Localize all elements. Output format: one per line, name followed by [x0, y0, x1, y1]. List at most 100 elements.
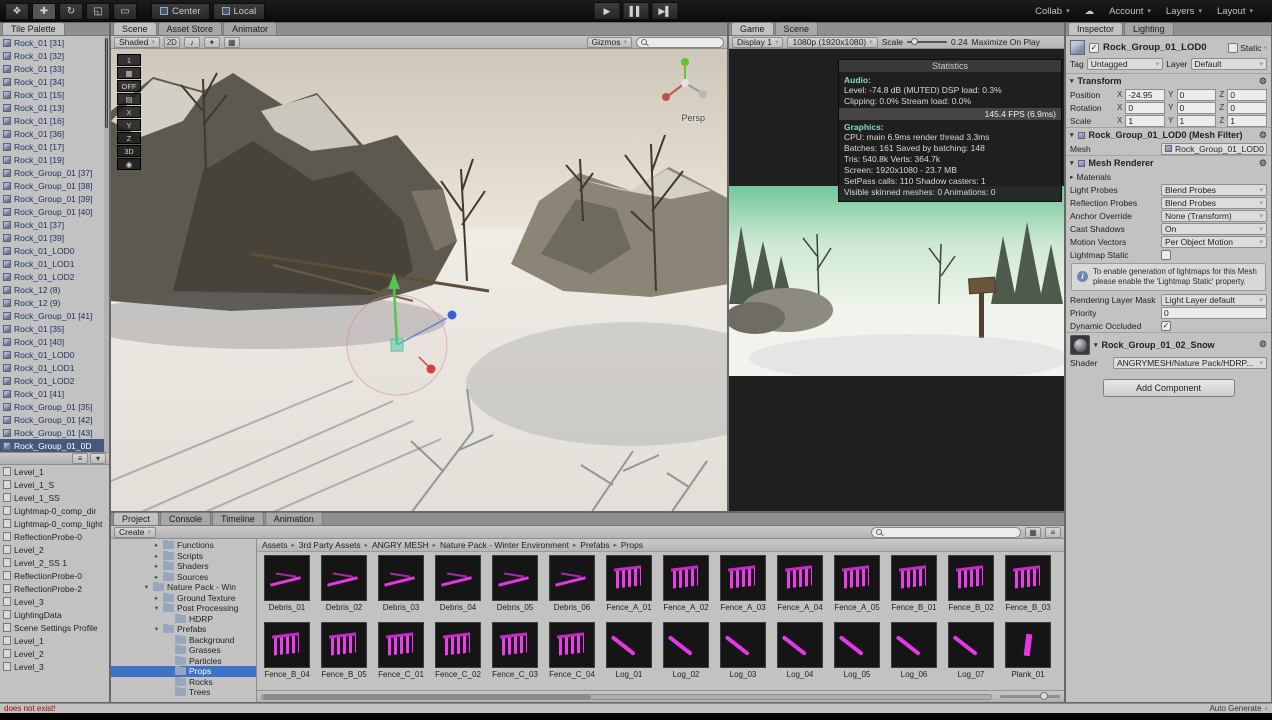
- hierarchy-item[interactable]: Rock_Group_01 [37] ›: [0, 166, 109, 179]
- asset-item[interactable]: Log_06: [886, 622, 942, 688]
- maximize-on-play-toggle[interactable]: Maximize On Play: [972, 37, 1041, 47]
- material-section-header[interactable]: ▾ Rock_Group_01_02_Snow ⚙: [1066, 332, 1271, 356]
- display-dropdown[interactable]: Display 1 ▾: [732, 36, 784, 48]
- rotate-tool-button[interactable]: ↻: [59, 2, 83, 20]
- status-error-message[interactable]: does not exist!: [4, 704, 56, 713]
- tab-animator[interactable]: Animator: [223, 22, 278, 35]
- tag-dropdown[interactable]: Untagged ▾: [1086, 58, 1164, 70]
- folder-tree-item[interactable]: ▾ Post Processing: [111, 603, 256, 614]
- property-dropdown[interactable]: On ▾: [1161, 222, 1267, 235]
- hierarchy-item[interactable]: Rock_01_LOD2 ›: [0, 374, 109, 387]
- overlay-button[interactable]: ▤: [117, 93, 141, 105]
- scene-object-item[interactable]: LightingData: [0, 608, 109, 621]
- folder-tree-item[interactable]: ▾ Nature Pack - Win: [111, 582, 256, 593]
- transform-section-header[interactable]: ▾ Transform ⚙: [1066, 73, 1271, 88]
- hierarchy-item[interactable]: Rock_01_LOD0 ›: [0, 244, 109, 257]
- asset-item[interactable]: Debris_04: [430, 555, 486, 621]
- expand-arrow-icon[interactable]: ▸: [153, 594, 160, 602]
- tab-game[interactable]: Game: [731, 22, 774, 35]
- breadcrumb-item[interactable]: 3rd Party Assets: [299, 540, 372, 550]
- asset-item[interactable]: Fence_C_04: [544, 622, 600, 688]
- scale-slider-knob[interactable]: [911, 38, 918, 45]
- auto-generate-lighting-toggle[interactable]: Auto Generate ▾: [1209, 704, 1268, 713]
- folder-tree-item[interactable]: Grasses: [111, 645, 256, 656]
- asset-item[interactable]: Fence_B_03: [1000, 555, 1056, 621]
- account-dropdown[interactable]: Account ▾: [1109, 6, 1151, 17]
- x-value-field[interactable]: -24.95: [1125, 88, 1166, 101]
- scene-search-input[interactable]: [636, 36, 724, 48]
- tab-timeline[interactable]: Timeline: [212, 512, 264, 525]
- dynamic-occluded-checkbox[interactable]: ✓: [1161, 320, 1171, 331]
- list-menu-button[interactable]: ≡: [72, 453, 88, 464]
- layers-dropdown[interactable]: Layers ▾: [1166, 6, 1202, 17]
- scene-audio-toggle[interactable]: ♪: [183, 36, 200, 48]
- scene-object-item[interactable]: Level_1: [0, 465, 109, 478]
- expand-arrow-icon[interactable]: ▸: [153, 541, 160, 549]
- asset-item[interactable]: Debris_06: [544, 555, 600, 621]
- hierarchy-item[interactable]: Rock_Group_01 [42] ›: [0, 413, 109, 426]
- layer-mask-dropdown[interactable]: Light Layer default ▾: [1161, 293, 1267, 306]
- scene-lighting-toggle[interactable]: ▦: [223, 36, 240, 48]
- z-value-field[interactable]: 1: [1227, 114, 1268, 127]
- hierarchy-item[interactable]: Rock_Group_01 [41] ›: [0, 309, 109, 322]
- asset-item[interactable]: Fence_A_01: [601, 555, 657, 621]
- asset-item[interactable]: Log_03: [715, 622, 771, 688]
- scene-viewport[interactable]: 1 ▦ OFF ▤ X Y Z 3D ◉ Persp: [111, 49, 727, 511]
- scene-object-item[interactable]: Level_1_S: [0, 478, 109, 491]
- asset-item[interactable]: Fence_A_02: [658, 555, 714, 621]
- hierarchy-item[interactable]: Rock_12 (8) ›: [0, 283, 109, 296]
- overlay-button[interactable]: OFF: [117, 80, 141, 92]
- list-dropdown-button[interactable]: ▾: [90, 453, 106, 464]
- z-value-field[interactable]: 0: [1227, 88, 1268, 101]
- projection-label[interactable]: Persp: [681, 113, 705, 123]
- scene-object-item[interactable]: Level_3: [0, 660, 109, 673]
- overlay-button[interactable]: Z: [117, 132, 141, 144]
- expand-arrow-icon[interactable]: ▾: [153, 625, 160, 633]
- collab-dropdown[interactable]: Collab ▾: [1035, 6, 1069, 17]
- breadcrumb-item[interactable]: Props: [621, 540, 643, 550]
- x-value-field[interactable]: 1: [1125, 114, 1166, 127]
- mesh-object-field[interactable]: Rock_Group_01_LOD0 ⊙: [1161, 142, 1267, 155]
- move-tool-button[interactable]: ✚: [32, 2, 56, 20]
- asset-item[interactable]: Fence_A_04: [772, 555, 828, 621]
- folder-tree-item[interactable]: ▸ Functions: [111, 540, 256, 551]
- scene-object-item[interactable]: ReflectionProbe-2: [0, 582, 109, 595]
- asset-item[interactable]: Debris_03: [373, 555, 429, 621]
- hierarchy-item[interactable]: Rock_01 [32] ›: [0, 49, 109, 62]
- z-value-field[interactable]: 0: [1227, 101, 1268, 114]
- mesh-renderer-section-header[interactable]: ▾ Mesh Renderer ⚙: [1066, 155, 1271, 170]
- y-value-field[interactable]: 0: [1176, 101, 1217, 114]
- hierarchy-item[interactable]: Rock_Group_01 [40] ›: [0, 205, 109, 218]
- tab-tile-palette[interactable]: Tile Palette: [2, 23, 65, 35]
- orientation-gizmo[interactable]: [657, 55, 713, 111]
- scale-slider[interactable]: [907, 38, 947, 45]
- folder-tree-item[interactable]: Background: [111, 634, 256, 646]
- expand-arrow-icon[interactable]: ▸: [153, 552, 160, 560]
- active-checkbox[interactable]: ✓: [1089, 42, 1099, 53]
- folder-tree-item[interactable]: Particles: [111, 655, 256, 667]
- scene-object-item[interactable]: Level_3: [0, 595, 109, 608]
- asset-item[interactable]: Log_05: [829, 622, 885, 688]
- folder-tree-item[interactable]: ▸ Sources: [111, 571, 256, 583]
- hierarchy-item[interactable]: Rock_01 [17] ›: [0, 140, 109, 153]
- resolution-dropdown[interactable]: 1080p (1920x1080) ▾: [787, 36, 878, 48]
- add-component-button[interactable]: Add Component: [1102, 379, 1235, 398]
- pause-button[interactable]: ▌▌: [622, 2, 650, 20]
- static-toggle[interactable]: Static ▾: [1228, 42, 1267, 53]
- gameobject-name[interactable]: Rock_Group_01_LOD0: [1103, 42, 1224, 53]
- hierarchy-item[interactable]: Rock_01 [40] ›: [0, 335, 109, 348]
- hierarchy-item[interactable]: Rock_Group_01_0D ›: [0, 439, 109, 452]
- folder-tree-item[interactable]: ▾ Prefabs: [111, 624, 256, 635]
- folder-tree-item[interactable]: Trees: [111, 687, 256, 698]
- hierarchy-item[interactable]: Rock_01 [31] ›: [0, 36, 109, 49]
- priority-field[interactable]: 0: [1161, 306, 1267, 319]
- hierarchy-item[interactable]: Rock_01 [37] ›: [0, 218, 109, 231]
- breadcrumb-item[interactable]: Assets: [262, 540, 299, 550]
- y-value-field[interactable]: 0: [1176, 88, 1217, 101]
- gear-icon[interactable]: ⚙: [1259, 158, 1267, 169]
- space-toggle-button[interactable]: Local: [212, 2, 266, 20]
- materials-foldout[interactable]: ▸ Materials: [1066, 170, 1271, 183]
- breadcrumb-item[interactable]: Prefabs: [580, 540, 621, 550]
- 2d-toggle-button[interactable]: 2D: [163, 36, 180, 48]
- asset-item[interactable]: Debris_05: [487, 555, 543, 621]
